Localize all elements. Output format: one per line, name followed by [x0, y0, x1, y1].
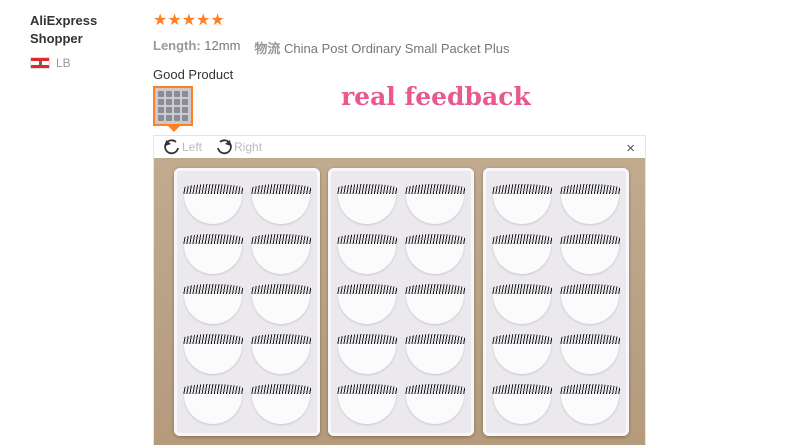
eyelash-pad: [184, 394, 242, 424]
eyelash-pad: [406, 294, 464, 324]
eyelash-strip: [559, 384, 621, 394]
eyelash-strip: [404, 384, 466, 394]
eyelash-pad: [493, 194, 551, 224]
eyelash-pad: [184, 194, 242, 224]
eyelash-pad: [252, 194, 310, 224]
eyelash-pad: [561, 244, 619, 274]
review-text: Good Product: [153, 67, 234, 82]
buyer-name: AliExpress Shopper: [30, 13, 98, 46]
eyelash-strip: [182, 234, 244, 244]
eyelash-strip: [250, 284, 312, 294]
country-code: LB: [56, 56, 71, 70]
eyelash-pad: [493, 344, 551, 374]
review-photo: [154, 158, 645, 445]
eyelash-pad: [338, 244, 396, 274]
shipping-label: 物流: [254, 41, 281, 56]
eyelash-strip: [559, 234, 621, 244]
eyelash-strip: [182, 284, 244, 294]
rotate-left-icon: [164, 139, 179, 155]
rotate-left-button[interactable]: Left: [162, 138, 202, 156]
eyelash-pad: [338, 294, 396, 324]
eyelash-pad: [252, 344, 310, 374]
eyelash-pad: [561, 294, 619, 324]
eyelash-pad: [252, 394, 310, 424]
eyelash-pad: [406, 394, 464, 424]
eyelash-pad: [252, 294, 310, 324]
eyelash-strip: [491, 334, 553, 344]
eyelash-strip: [182, 384, 244, 394]
eyelash-strip: [250, 384, 312, 394]
buyer-country: LB: [30, 56, 140, 70]
eyelash-strip: [491, 284, 553, 294]
eyelash-pad: [493, 294, 551, 324]
review-content: ★★★★★ Length: 12mm 物流 China Post Ordinar…: [153, 12, 753, 82]
length-value: 12mm: [204, 38, 241, 53]
eyelash-pad: [338, 394, 396, 424]
eyelash-strip: [250, 234, 312, 244]
thumbnail-pointer-icon: [168, 126, 180, 132]
eyelash-pad: [561, 344, 619, 374]
eyelash-pad: [338, 344, 396, 374]
eyelash-strip: [336, 334, 398, 344]
eyelash-pad: [184, 244, 242, 274]
eyelash-strip: [250, 184, 312, 194]
eyelash-pad: [406, 244, 464, 274]
eyelash-pad: [493, 244, 551, 274]
length-label: Length:: [153, 38, 201, 53]
eyelash-strip: [404, 234, 466, 244]
lebanon-flag-icon: [30, 57, 50, 69]
buyer-info: AliExpress Shopper LB: [30, 12, 140, 70]
eyelash-strip: [559, 184, 621, 194]
photo-viewer: Left Right ×: [153, 135, 646, 445]
rotate-right-label: Right: [234, 140, 263, 154]
shipping-attribute: 物流 China Post Ordinary Small Packet Plus: [254, 38, 509, 57]
eyelash-strip: [404, 334, 466, 344]
eyelash-strip: [336, 284, 398, 294]
eyelash-pad: [252, 244, 310, 274]
eyelash-strip: [182, 184, 244, 194]
eyelash-strip: [250, 334, 312, 344]
eyelash-strip: [559, 334, 621, 344]
eyelash-strip: [336, 384, 398, 394]
eyelash-pad: [493, 394, 551, 424]
eyelash-tray: [328, 168, 474, 436]
eyelash-pad: [561, 194, 619, 224]
eyelash-strip: [336, 184, 398, 194]
eyelash-strip: [336, 234, 398, 244]
eyelash-pad: [184, 344, 242, 374]
eyelash-strip: [491, 184, 553, 194]
eyelash-pad: [561, 394, 619, 424]
eyelash-strip: [404, 184, 466, 194]
eyelash-pad: [406, 344, 464, 374]
eyelash-strip: [404, 284, 466, 294]
eyelash-strip: [491, 384, 553, 394]
review-photo-thumbnail[interactable]: [153, 86, 193, 126]
eyelash-tray: [174, 168, 320, 436]
eyelash-strip: [559, 284, 621, 294]
close-viewer-button[interactable]: ×: [626, 140, 635, 157]
length-attribute: Length: 12mm: [153, 38, 240, 57]
watermark-text: real feedback: [341, 82, 531, 111]
shipping-value: China Post Ordinary Small Packet Plus: [284, 41, 510, 56]
star-rating: ★★★★★: [153, 12, 225, 29]
eyelash-strip: [491, 234, 553, 244]
rotate-right-icon: [217, 139, 232, 155]
eyelash-pad: [184, 294, 242, 324]
eyelash-pad: [406, 194, 464, 224]
eyelash-tray: [483, 168, 629, 436]
eyelash-strip: [182, 334, 244, 344]
viewer-toolbar: Left Right: [154, 136, 645, 158]
eyelash-pad: [338, 194, 396, 224]
rotate-left-label: Left: [182, 140, 203, 154]
rotate-right-button[interactable]: Right: [214, 138, 262, 156]
review-meta: Length: 12mm 物流 China Post Ordinary Smal…: [153, 38, 753, 57]
